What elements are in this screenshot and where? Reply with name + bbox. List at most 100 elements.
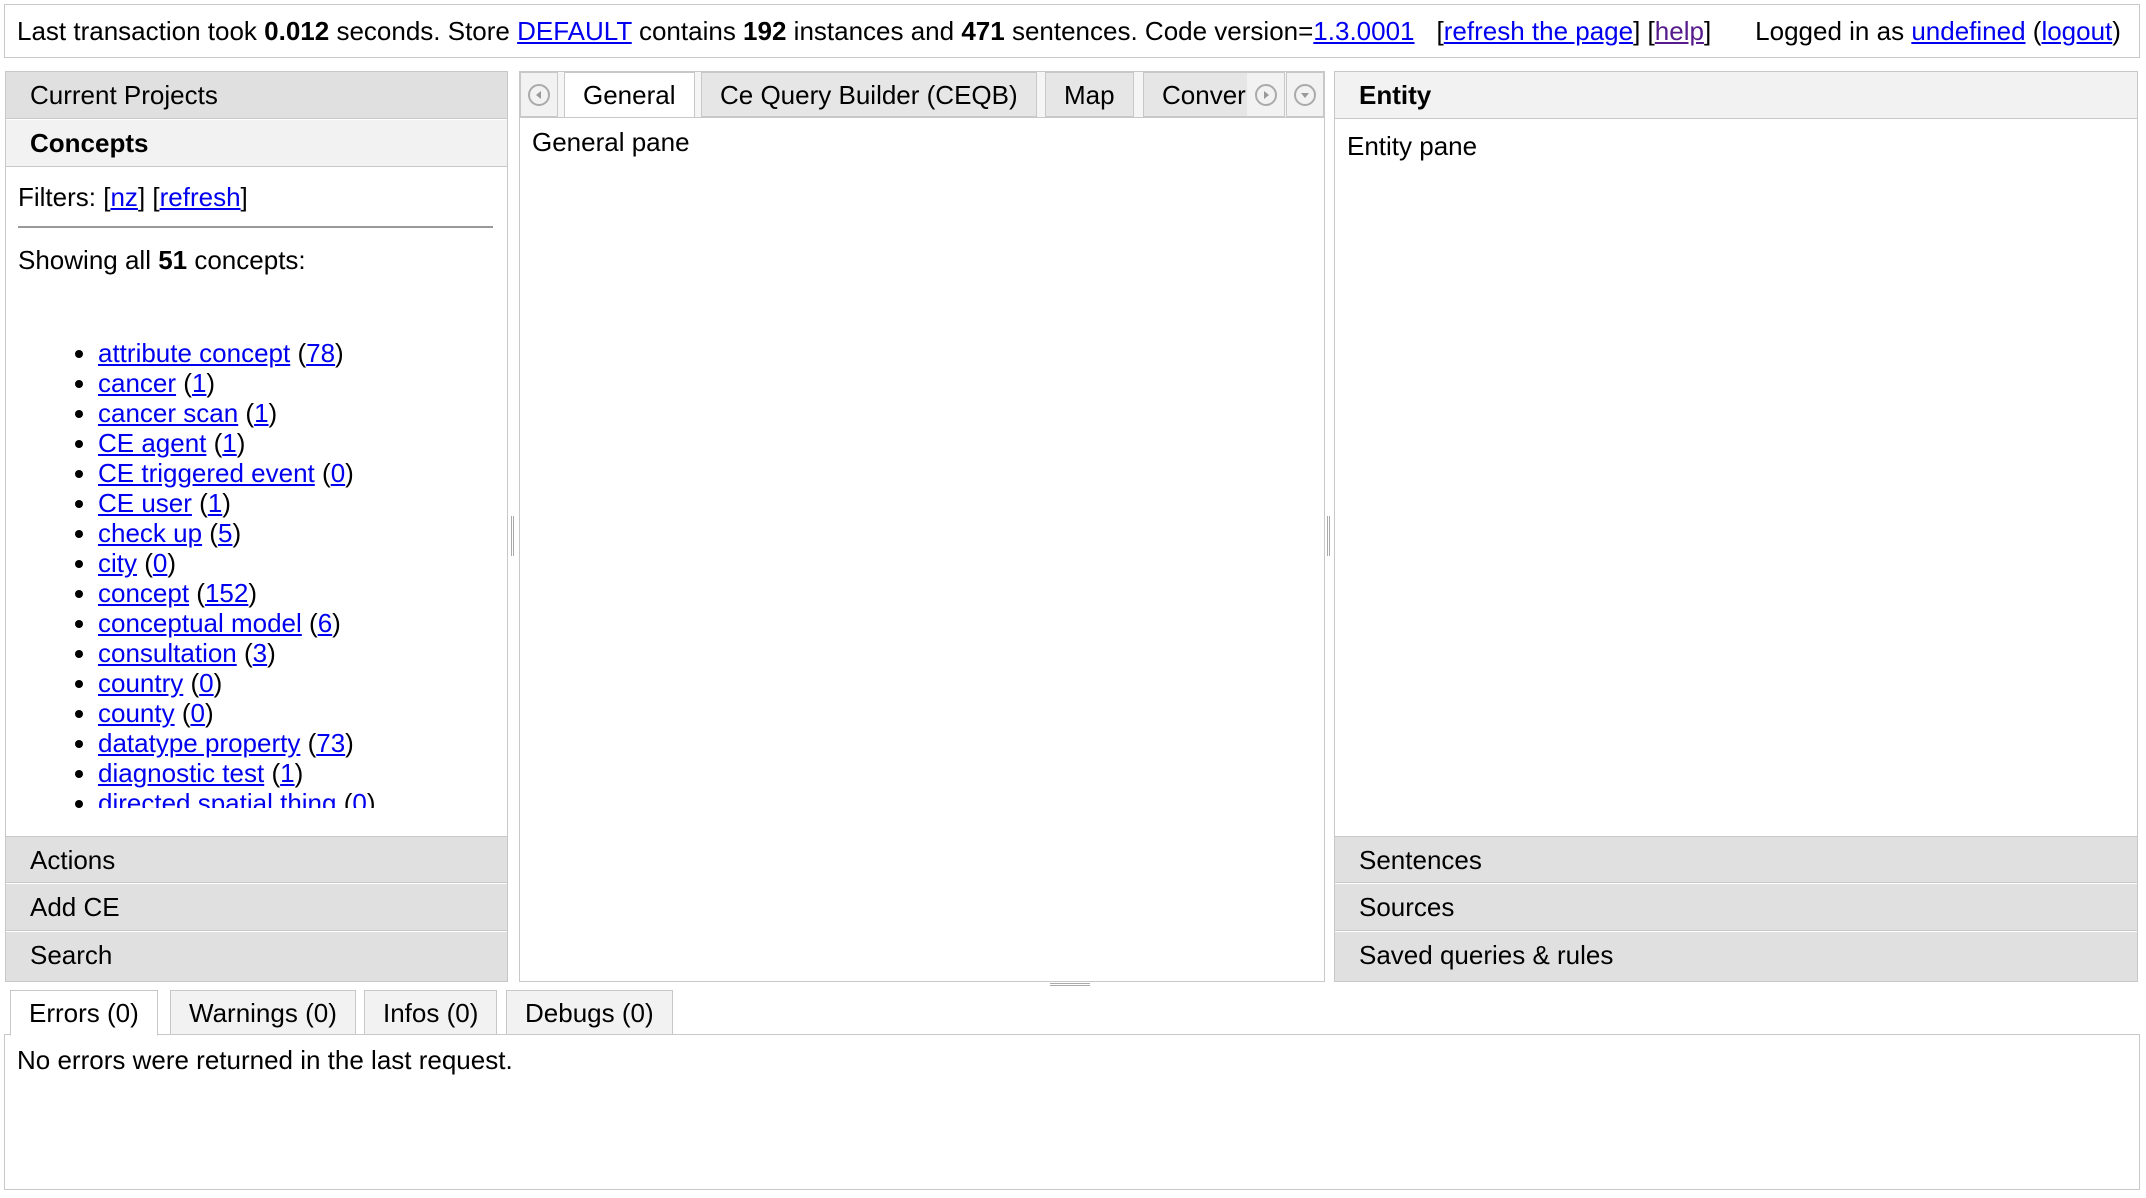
tab-menu-button[interactable] xyxy=(1286,72,1324,117)
tab-ce-query-builder[interactable]: Ce Query Builder (CEQB) xyxy=(701,72,1037,117)
help-link[interactable]: help xyxy=(1655,16,1704,46)
paren: ( xyxy=(189,578,205,608)
tab-errors[interactable]: Errors (0) xyxy=(10,990,158,1036)
concept-link[interactable]: country xyxy=(98,668,183,698)
concept-list-item: check up (5) xyxy=(98,518,495,548)
logout-link[interactable]: logout xyxy=(2041,16,2112,46)
paren: ) xyxy=(213,668,223,698)
concept-link[interactable]: consultation xyxy=(98,638,237,668)
concept-instance-count-link[interactable]: 0 xyxy=(352,788,366,808)
right-splitter-handle[interactable] xyxy=(1327,516,1330,556)
search-header[interactable]: Search xyxy=(6,932,507,981)
paren: ( xyxy=(300,728,317,758)
tab-strip: General Ce Query Builder (CEQB) Map Conv… xyxy=(520,72,1324,118)
concept-instance-count-link[interactable]: 1 xyxy=(254,398,268,428)
saved-queries-header[interactable]: Saved queries & rules xyxy=(1335,932,2137,981)
sentences-header[interactable]: Sentences xyxy=(1335,836,2137,883)
actions-header[interactable]: Actions xyxy=(6,836,507,883)
status-text: instances and xyxy=(786,16,962,46)
concept-link[interactable]: conceptual model xyxy=(98,608,302,638)
status-text: sentences. Code version= xyxy=(1004,16,1314,46)
concepts-content: Filters: [nz] [refresh] Showing all 51 c… xyxy=(6,168,507,808)
concept-instance-count-link[interactable]: 1 xyxy=(192,368,206,398)
bottom-splitter-handle[interactable] xyxy=(1050,983,1090,986)
concept-instance-count-link[interactable]: 78 xyxy=(306,338,335,368)
concept-list-item: CE user (1) xyxy=(98,488,495,518)
paren: ( xyxy=(236,638,253,668)
refresh-page-link[interactable]: refresh the page xyxy=(1444,16,1633,46)
paren: ( xyxy=(238,398,255,428)
left-splitter-handle[interactable] xyxy=(511,516,514,556)
concepts-header[interactable]: Concepts xyxy=(6,120,507,167)
concept-list-item: cancer scan (1) xyxy=(98,398,495,428)
paren: ) xyxy=(267,638,276,668)
bracket: ) xyxy=(2112,16,2121,46)
entity-header[interactable]: Entity xyxy=(1335,72,2137,119)
concept-list-item: concept (152) xyxy=(98,578,495,608)
concept-list-item: datatype property (73) xyxy=(98,728,495,758)
tab-warnings[interactable]: Warnings (0) xyxy=(170,990,356,1035)
tab-infos[interactable]: Infos (0) xyxy=(364,990,498,1035)
showing-suffix: concepts: xyxy=(187,245,306,275)
paren: ) xyxy=(222,488,231,518)
concept-link[interactable]: diagnostic test xyxy=(98,758,264,788)
concept-instance-count-link[interactable]: 6 xyxy=(318,608,332,638)
user-link[interactable]: undefined xyxy=(1911,16,2025,46)
concept-instance-count-link[interactable]: 1 xyxy=(222,428,236,458)
concept-link[interactable]: cancer xyxy=(98,368,176,398)
paren: ( xyxy=(301,608,318,638)
tab-scroll-left-button[interactable] xyxy=(520,72,558,117)
paren: ) xyxy=(204,698,214,728)
paren: ( xyxy=(206,428,223,458)
sources-header[interactable]: Sources xyxy=(1335,884,2137,931)
tab-debugs[interactable]: Debugs (0) xyxy=(506,990,673,1035)
concept-link[interactable]: cancer scan xyxy=(98,398,238,428)
status-bar: Last transaction took 0.012 seconds. Sto… xyxy=(4,4,2140,58)
right-accordion-panel: Entity Entity pane Sentences Sources Sav… xyxy=(1334,71,2138,982)
store-link[interactable]: DEFAULT xyxy=(517,16,632,46)
concept-instance-count-link[interactable]: 0 xyxy=(199,668,213,698)
concept-instance-count-link[interactable]: 3 xyxy=(253,638,267,668)
concept-link[interactable]: directed spatial thing xyxy=(98,788,336,808)
paren: ( xyxy=(264,758,281,788)
concept-link[interactable]: concept xyxy=(98,578,189,608)
status-text: seconds. Store xyxy=(329,16,518,46)
tab-scroll-right-button[interactable] xyxy=(1247,72,1285,117)
concept-instance-count-link[interactable]: 152 xyxy=(205,578,248,608)
bracket: ( xyxy=(2025,16,2042,46)
filter-nz-link[interactable]: nz xyxy=(110,182,137,212)
paren: ( xyxy=(314,458,331,488)
filters-label: Filters: xyxy=(18,182,104,212)
concept-instance-count-link[interactable]: 73 xyxy=(316,728,345,758)
concept-link[interactable]: CE triggered event xyxy=(98,458,315,488)
add-ce-header[interactable]: Add CE xyxy=(6,884,507,931)
center-tab-panel: General Ce Query Builder (CEQB) Map Conv… xyxy=(519,71,1325,982)
tab-general[interactable]: General xyxy=(564,72,695,117)
general-pane-text: General pane xyxy=(532,127,690,157)
paren: ) xyxy=(248,578,258,608)
concept-instance-count-link[interactable]: 1 xyxy=(280,758,294,788)
concept-instance-count-link[interactable]: 1 xyxy=(208,488,222,518)
concept-instance-count-link[interactable]: 0 xyxy=(153,548,167,578)
tab-map[interactable]: Map xyxy=(1045,72,1134,117)
concept-list-item: attribute concept (78) xyxy=(98,338,495,368)
concept-count: 51 xyxy=(158,245,188,275)
concept-link[interactable]: check up xyxy=(98,518,202,548)
concept-instance-count-link[interactable]: 5 xyxy=(218,518,232,548)
concept-list: attribute concept (78)cancer (1)cancer s… xyxy=(18,338,495,808)
concept-instance-count-link[interactable]: 0 xyxy=(191,698,205,728)
concept-link[interactable]: city xyxy=(98,548,137,578)
concept-link[interactable]: CE user xyxy=(98,488,192,518)
concept-link[interactable]: county xyxy=(98,698,175,728)
paren: ) xyxy=(206,368,216,398)
paren: ( xyxy=(202,518,218,548)
concept-link[interactable]: CE agent xyxy=(98,428,206,458)
concept-link[interactable]: attribute concept xyxy=(98,338,290,368)
concept-link[interactable]: datatype property xyxy=(98,728,300,758)
paren: ( xyxy=(176,368,192,398)
concept-instance-count-link[interactable]: 0 xyxy=(331,458,345,488)
code-version-link[interactable]: 1.3.0001 xyxy=(1313,16,1414,46)
paren: ) xyxy=(345,728,354,758)
filter-refresh-link[interactable]: refresh xyxy=(160,182,241,212)
current-projects-header[interactable]: Current Projects xyxy=(6,72,507,119)
